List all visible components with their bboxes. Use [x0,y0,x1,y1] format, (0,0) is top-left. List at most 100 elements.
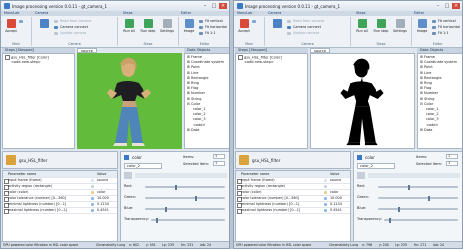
add-step-item[interactable]: <add-new-step> [11,60,74,65]
fit-1-1-button[interactable]: Fit 1:1 [432,31,449,36]
status-y: y: 591 [146,243,156,247]
color-checkbox[interactable] [124,155,129,160]
maximize-button[interactable]: □ [210,3,218,9]
fit-horizontal-button[interactable]: Fit horizontal [432,25,460,30]
app-window-right: Image processing version 0.0.11 - gt_cam… [233,0,463,249]
close-button[interactable]: × [219,3,227,9]
fit-horizontal-icon [199,26,203,29]
param-row[interactable]: maximal lightness (number) [0...1] 0.4541 [3,207,117,214]
selected-label: Selected item: [183,162,210,166]
color-dropdown[interactable]: color_2 [124,163,162,169]
color-label: color [132,155,142,160]
minimize-button[interactable]: – [201,3,209,9]
plug-icon [54,26,58,29]
transparency-slider[interactable] [384,217,458,223]
group-steps: Run all Run step Settings Steps [351,17,412,46]
color-dropdown[interactable]: color_2 [357,163,395,169]
accept-icon [6,19,16,28]
camera-button[interactable] [35,19,53,39]
items-value[interactable]: 1 [213,154,225,159]
run-all-button[interactable]: Run all [353,19,371,39]
blue-slider[interactable] [378,206,458,212]
green-slider[interactable] [145,195,225,201]
camera-button[interactable] [268,19,286,39]
app-window-left: Image processing version 0.0.11 - gt_cam… [0,0,230,249]
update-camera-button[interactable]: Update camera [54,31,86,36]
mask-image [310,53,415,149]
status-lp: Lp: 235 [395,243,407,247]
fit-vertical-button[interactable]: Fit vertical [199,19,223,24]
green-slider[interactable] [378,195,458,201]
filter-name: gsu_HSL_filter [19,158,48,163]
items-label: Items: [416,155,428,159]
selected-label: Selected item: [416,162,443,166]
transparency-slider[interactable] [151,217,225,223]
run-step-button[interactable]: Run step [139,19,157,39]
new-step-button[interactable] [252,19,258,24]
selected-value[interactable]: 1 [446,161,458,166]
color-checkbox[interactable] [357,155,362,160]
blue-label: Blue: [124,206,134,210]
color-panel: color color_2 Items: 1 Selected item: 1 … [120,151,229,242]
camera-icon [272,19,282,28]
add-step-item[interactable]: <add-new-step> [244,60,307,65]
tree-item-data[interactable]: ⊞ Data [187,128,229,133]
settings-button[interactable]: Settings [391,19,409,39]
data-objects-tree: ⊞ Frame ⊞ Coordinate system ⊞ Point ⊞ Li… [184,53,229,149]
status-y: y: 240 [379,243,389,247]
red-slider[interactable] [145,184,225,190]
run-all-button[interactable]: Run all [120,19,138,39]
image-button[interactable]: Image [180,19,198,39]
fit-vertical-button[interactable]: Fit vertical [432,19,456,24]
step-checkbox[interactable] [5,55,10,60]
camera-connect-button[interactable]: Camera connect [287,25,321,30]
person-mask [340,58,384,146]
refresh-icon [287,32,291,35]
steps-panel: gsu_HSL_filter [Color] <add-new-step> [2,53,75,149]
read-from-camera-button[interactable]: Read from camera [54,19,91,24]
group-main: Accept Main [1,17,32,46]
filter-toolbar: gsu_HSL_filter [235,151,351,169]
status-bar: GPU powered color filtration in HSL colo… [234,241,462,248]
new-step-button[interactable] [19,19,25,24]
camera-connect-button[interactable]: Camera connect [54,25,88,30]
settings-button[interactable]: Settings [158,19,176,39]
blue-slider[interactable] [145,206,225,212]
selected-value[interactable]: 1 [213,161,225,166]
tree-item-data[interactable]: ⊞ Data [420,128,462,133]
status-x: x: 798 [362,243,373,247]
filter-toolbar: gsu_HSL_filter [2,151,118,169]
filter-icon [6,155,16,165]
red-slider[interactable] [378,184,458,190]
group-camera: Read from camera Camera connect Update c… [265,17,351,46]
swatch-icon [124,172,132,179]
color-preview [368,173,460,178]
run-step-icon [376,19,386,28]
update-camera-button[interactable]: Update camera [287,31,319,36]
red-label: Red: [124,184,133,188]
image-button[interactable]: Image [413,19,431,39]
run-step-button[interactable]: Run step [372,19,390,39]
params-table: Parameter name Value input frame (frame) s… [2,170,118,242]
items-value[interactable]: 1 [446,154,458,159]
minimize-button[interactable]: – [434,3,442,9]
group-main: Accept Main [234,17,265,46]
new-step-icon [19,20,23,23]
status-x: x: 602 [129,243,140,247]
group-editor: Image Fit vertical Fit horizontal Fit 1:… [179,17,229,46]
color-panel: color color_2 Items: 1 Selected item: 1 … [353,151,462,242]
gear-icon [395,19,405,28]
read-from-camera-button[interactable]: Read from camera [287,19,324,24]
window-title: Image processing version 0.0.11 - gt_cam… [245,4,341,9]
fit-vertical-icon [432,20,436,23]
fit-horizontal-button[interactable]: Fit horizontal [199,25,227,30]
accept-button[interactable]: Accept [235,19,253,39]
status-lab: lab: 24 [433,243,445,247]
fit-1-1-button[interactable]: Fit 1:1 [199,31,216,36]
items-label: Items: [183,155,195,159]
param-row[interactable]: maximal lightness (number) [0...1] 0.4541 [236,207,350,214]
maximize-button[interactable]: □ [443,3,451,9]
step-checkbox[interactable] [238,55,243,60]
accept-button[interactable]: Accept [2,19,20,39]
close-button[interactable]: × [452,3,460,9]
